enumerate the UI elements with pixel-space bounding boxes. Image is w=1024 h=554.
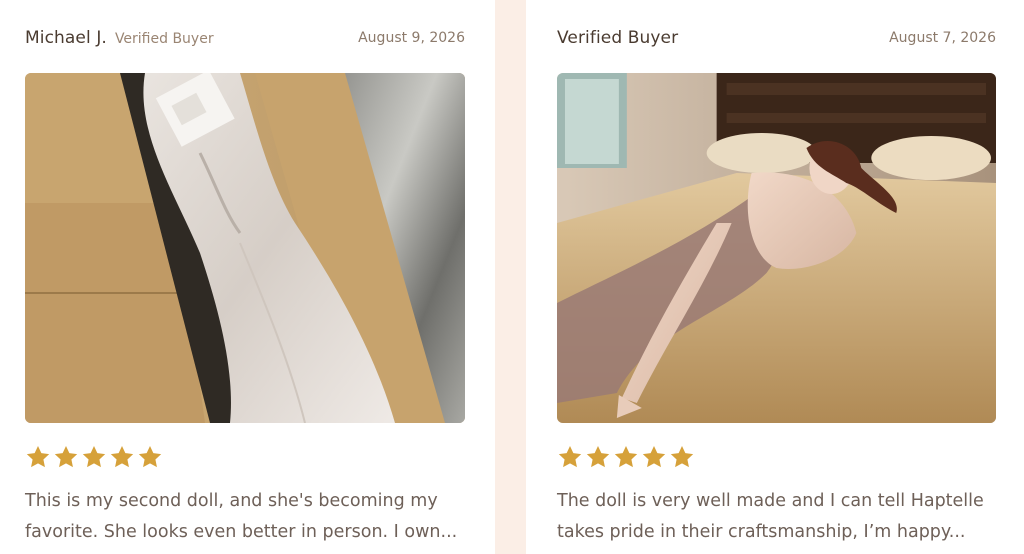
review-header: Michael J. Verified Buyer August 9, 2026 [25,0,465,73]
review-text-line: The doll is very well made and I can tel… [557,491,984,511]
star-rating [25,443,465,471]
review-card: Michael J. Verified Buyer August 9, 2026 [0,0,495,554]
star-icon [26,445,50,468]
review-photo[interactable] [557,73,996,423]
reviewer-name: Michael J. [25,27,107,48]
verified-badge: Verified Buyer [114,30,214,47]
review-card: Verified Buyer August 7, 2026 The doll i… [526,0,1024,554]
star-icon [670,445,694,468]
review-photo-image [557,73,996,423]
review-text-line: This is my second doll, and she's becomi… [25,491,438,511]
reviewer-info: Michael J. Verified Buyer [25,28,214,48]
star-icon [586,445,610,468]
review-photo[interactable] [25,73,465,423]
review-date: August 7, 2026 [889,29,996,46]
review-text: This is my second doll, and she's becomi… [25,486,465,548]
star-rating [557,443,996,471]
star-icon [54,445,78,468]
review-photo-image [25,73,465,423]
review-header: Verified Buyer August 7, 2026 [557,0,996,73]
reviewer-name: Verified Buyer [557,27,679,48]
star-icon [110,445,134,468]
review-text-line: takes pride in their craftsmanship, I’m … [557,522,966,542]
star-icon [558,445,582,468]
star-icon [614,445,638,468]
review-text-line: favorite. She looks even better in perso… [25,522,458,542]
review-date: August 9, 2026 [358,29,465,46]
star-icon [82,445,106,468]
star-icon [138,445,162,468]
review-text: The doll is very well made and I can tel… [557,486,996,548]
star-icon [642,445,666,468]
reviewer-info: Verified Buyer [557,28,686,48]
